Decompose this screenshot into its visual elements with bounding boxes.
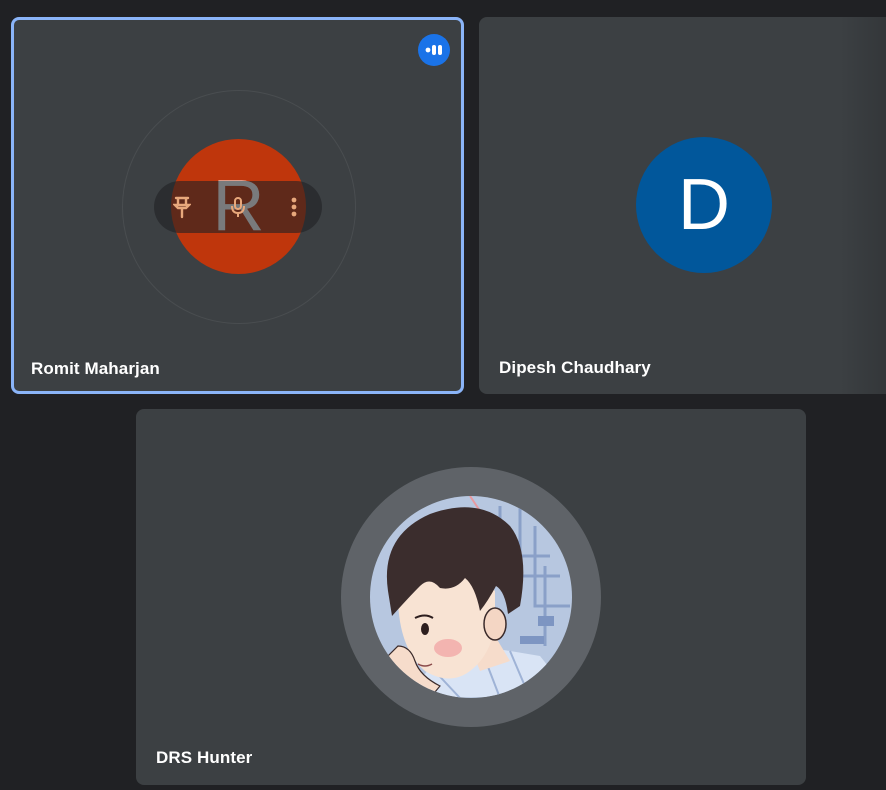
avatar: D <box>636 137 772 273</box>
speaking-indicator <box>418 34 450 66</box>
mic-off-icon <box>231 197 245 217</box>
avatar-illustration <box>370 496 572 698</box>
pin-icon <box>173 196 191 219</box>
avatar-initial: D <box>678 165 730 245</box>
more-options-button[interactable] <box>274 181 314 233</box>
mute-button[interactable] <box>218 181 258 233</box>
participant-tile-dipesh-chaudhary[interactable]: D Dipesh Chaudhary <box>479 17 886 394</box>
avatar-photo <box>370 496 572 698</box>
participant-tile-drs-hunter[interactable]: DRS Hunter <box>136 409 806 785</box>
tile-edge-shade <box>839 17 886 394</box>
participant-name: Romit Maharjan <box>31 359 160 378</box>
meeting-grid: Romit Maharjan D Dipesh Chaudhary DRS Hu… <box>0 0 886 790</box>
participant-name: Dipesh Chaudhary <box>499 358 651 377</box>
participant-tile-romit-maharjan[interactable]: Romit Maharjan <box>11 17 464 394</box>
participant-name: DRS Hunter <box>156 748 253 767</box>
tile-hover-controls <box>154 181 322 233</box>
pin-button[interactable] <box>162 181 202 233</box>
more-vert-icon <box>291 197 297 217</box>
audio-level-icon <box>425 45 442 55</box>
